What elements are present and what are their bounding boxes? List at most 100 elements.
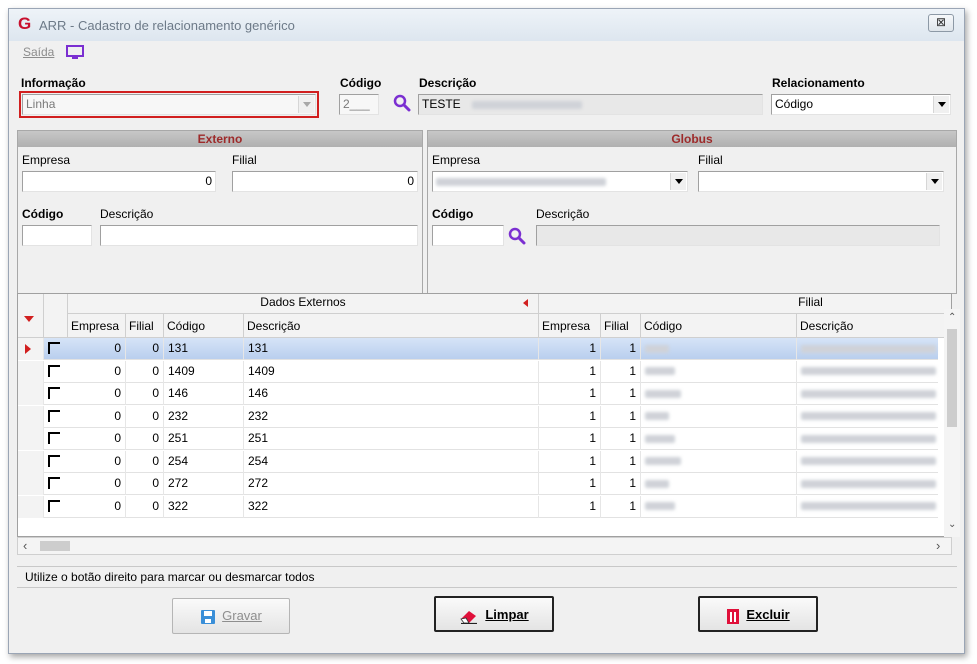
close-button[interactable]: ⊠ xyxy=(928,14,954,32)
row-checkbox[interactable] xyxy=(48,387,60,399)
cell-g-empresa[interactable]: 1 xyxy=(539,405,601,428)
col-g-codigo[interactable]: Código xyxy=(641,314,797,338)
cell-codigo[interactable]: 322 xyxy=(164,495,244,518)
cell-codigo[interactable]: 1409 xyxy=(164,360,244,383)
cell-empresa[interactable]: 0 xyxy=(68,473,126,495)
table-row[interactable]: 0 0 146 146 1 1 xyxy=(18,383,938,405)
cell-descricao[interactable]: 1409 xyxy=(244,360,539,383)
cell-descricao[interactable]: 251 xyxy=(244,428,539,450)
globus-filial-select[interactable] xyxy=(698,171,944,192)
row-header[interactable] xyxy=(18,473,44,495)
externo-codigo-input[interactable] xyxy=(22,225,92,246)
cell-g-descricao[interactable] xyxy=(797,496,951,518)
cell-empresa[interactable]: 0 xyxy=(68,428,126,450)
cell-g-empresa[interactable]: 1 xyxy=(539,473,601,495)
col-g-filial[interactable]: Filial xyxy=(601,314,641,338)
cell-filial[interactable]: 0 xyxy=(126,405,164,428)
globus-empresa-select[interactable] xyxy=(432,171,688,192)
cell-empresa[interactable]: 0 xyxy=(68,360,126,383)
row-checkbox[interactable] xyxy=(48,364,60,377)
table-row[interactable]: 0 0 254 254 1 1 xyxy=(18,450,938,473)
col-g-descricao[interactable]: Descrição xyxy=(797,314,951,338)
cell-g-codigo[interactable] xyxy=(641,450,797,473)
table-row[interactable]: 0 0 322 322 1 1 xyxy=(18,495,938,518)
cell-g-empresa[interactable]: 1 xyxy=(539,450,601,473)
cell-descricao[interactable]: 272 xyxy=(244,473,539,495)
scroll-left-icon[interactable]: ‹ xyxy=(23,538,27,554)
col-empresa[interactable]: Empresa xyxy=(68,314,126,338)
row-checkbox[interactable] xyxy=(48,454,60,467)
grid-check-header[interactable] xyxy=(44,294,68,338)
data-grid[interactable]: Dados Externos Filial Empresa Filial Cód… xyxy=(17,293,952,537)
informacao-select[interactable]: Linha xyxy=(22,94,316,115)
table-row[interactable]: 0 0 251 251 1 1 xyxy=(18,428,938,450)
cell-g-filial[interactable]: 1 xyxy=(601,338,641,360)
search-icon[interactable] xyxy=(393,94,411,112)
row-header[interactable] xyxy=(18,383,44,405)
cell-codigo[interactable]: 254 xyxy=(164,450,244,473)
cell-filial[interactable]: 0 xyxy=(126,450,164,473)
relacionamento-select[interactable]: Código xyxy=(771,94,951,115)
vertical-scrollbar[interactable]: ⌃ ⌄ xyxy=(944,309,960,537)
horizontal-scrollbar[interactable]: ‹ › xyxy=(17,537,952,555)
collapse-arrow-icon[interactable] xyxy=(523,299,528,307)
cell-filial[interactable]: 0 xyxy=(126,428,164,450)
scroll-down-icon[interactable]: ⌄ xyxy=(948,519,956,530)
row-header[interactable] xyxy=(18,360,44,383)
search-icon[interactable] xyxy=(508,227,526,245)
menu-saida[interactable]: Saída xyxy=(23,45,54,59)
row-checkbox[interactable] xyxy=(48,499,60,512)
row-header[interactable] xyxy=(18,495,44,518)
cell-empresa[interactable]: 0 xyxy=(68,450,126,473)
externo-descricao-input[interactable] xyxy=(100,225,418,246)
cell-g-filial[interactable]: 1 xyxy=(601,450,641,473)
row-checkbox[interactable] xyxy=(48,432,60,444)
globus-codigo-input[interactable] xyxy=(432,225,504,246)
col-g-empresa[interactable]: Empresa xyxy=(539,314,601,338)
cell-g-filial[interactable]: 1 xyxy=(601,473,641,495)
table-row[interactable]: 0 0 232 232 1 1 xyxy=(18,405,938,428)
cell-g-descricao[interactable] xyxy=(797,361,951,383)
cell-codigo[interactable]: 131 xyxy=(164,338,244,360)
cell-g-descricao[interactable] xyxy=(797,428,951,450)
table-row[interactable]: 0 0 131 131 1 1 xyxy=(18,338,938,360)
cell-g-descricao[interactable] xyxy=(797,383,951,405)
cell-g-empresa[interactable]: 1 xyxy=(539,360,601,383)
cell-empresa[interactable]: 0 xyxy=(68,405,126,428)
cell-g-empresa[interactable]: 1 xyxy=(539,428,601,450)
cell-g-filial[interactable]: 1 xyxy=(601,360,641,383)
table-row[interactable]: 0 0 1409 1409 1 1 xyxy=(18,360,938,383)
cell-g-filial[interactable]: 1 xyxy=(601,383,641,405)
cell-filial[interactable]: 0 xyxy=(126,473,164,495)
cell-g-codigo[interactable] xyxy=(641,495,797,518)
cell-g-filial[interactable]: 1 xyxy=(601,405,641,428)
cell-codigo[interactable]: 232 xyxy=(164,405,244,428)
limpar-button[interactable]: Limpar xyxy=(434,596,554,632)
cell-g-codigo[interactable] xyxy=(641,428,797,450)
cell-g-empresa[interactable]: 1 xyxy=(539,495,601,518)
cell-empresa[interactable]: 0 xyxy=(68,383,126,405)
row-header[interactable] xyxy=(18,405,44,428)
cell-g-filial[interactable]: 1 xyxy=(601,428,641,450)
cell-g-descricao[interactable] xyxy=(797,338,951,360)
cell-g-codigo[interactable] xyxy=(641,383,797,405)
cell-g-empresa[interactable]: 1 xyxy=(539,383,601,405)
scroll-thumb[interactable] xyxy=(40,541,70,551)
scroll-right-icon[interactable]: › xyxy=(936,538,940,554)
cell-descricao[interactable]: 232 xyxy=(244,405,539,428)
row-checkbox[interactable] xyxy=(48,409,60,422)
cell-g-codigo[interactable] xyxy=(641,360,797,383)
cell-codigo[interactable]: 272 xyxy=(164,473,244,495)
cell-descricao[interactable]: 146 xyxy=(244,383,539,405)
externo-filial-input[interactable]: 0 xyxy=(232,171,418,192)
excluir-button[interactable]: Excluir xyxy=(698,596,818,632)
cell-descricao[interactable]: 322 xyxy=(244,495,539,518)
row-checkbox[interactable] xyxy=(48,342,60,354)
col-filial[interactable]: Filial xyxy=(126,314,164,338)
cell-descricao[interactable]: 254 xyxy=(244,450,539,473)
table-row[interactable]: 0 0 272 272 1 1 xyxy=(18,473,938,495)
scroll-up-icon[interactable]: ⌃ xyxy=(948,312,956,323)
row-header[interactable] xyxy=(18,450,44,473)
cell-g-empresa[interactable]: 1 xyxy=(539,338,601,360)
col-codigo[interactable]: Código xyxy=(164,314,244,338)
